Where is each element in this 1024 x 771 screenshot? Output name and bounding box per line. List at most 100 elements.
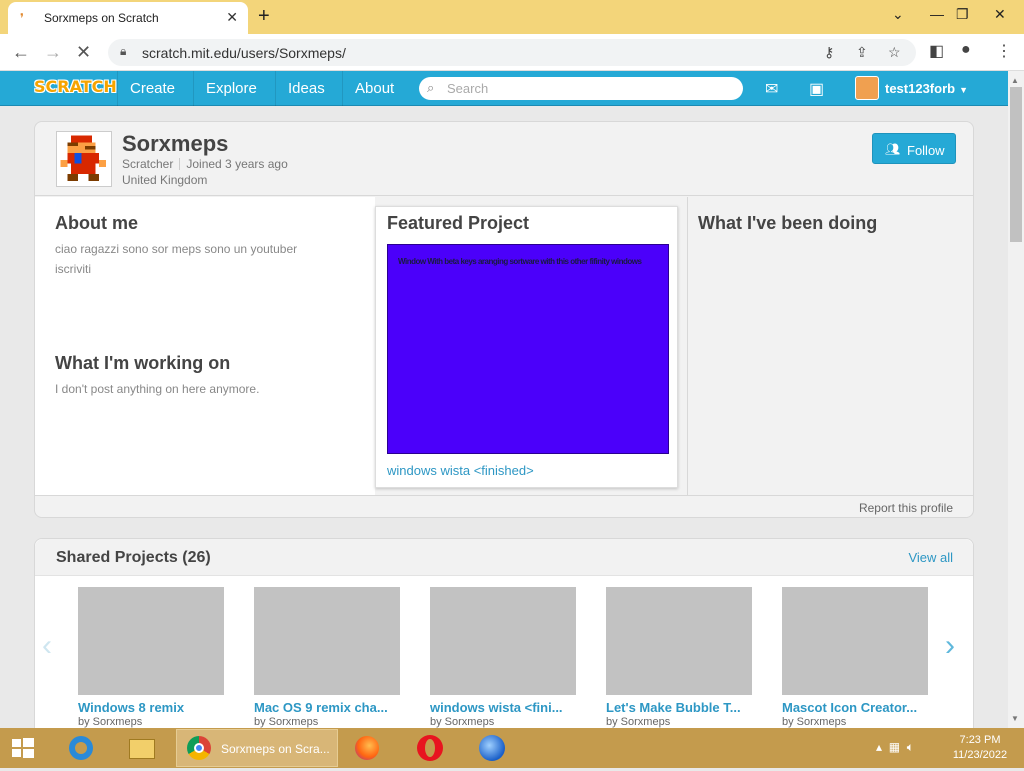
about-me-title: About me bbox=[55, 213, 138, 233]
carousel-next-icon[interactable]: › bbox=[945, 629, 955, 663]
tab-title: Sorxmeps on Scratch bbox=[44, 11, 159, 25]
project-thumbnail[interactable] bbox=[254, 587, 400, 695]
side-panel-icon[interactable]: ◧ bbox=[929, 41, 944, 61]
opera-icon[interactable] bbox=[408, 730, 452, 766]
search-box[interactable]: ⌕ bbox=[419, 77, 743, 100]
profile-picture bbox=[56, 131, 112, 187]
project-title[interactable]: Windows 8 remix bbox=[78, 700, 224, 715]
browser-tab[interactable]: ❜ Sorxmeps on Scratch ✕ bbox=[8, 2, 248, 34]
project-author: by Sorxmeps bbox=[254, 716, 319, 728]
bookmark-star-icon[interactable]: ☆ bbox=[888, 44, 901, 61]
scratch-navbar: SCRATCH Create Explore Ideas About ⌕ ✉ ▣… bbox=[0, 71, 1008, 106]
search-input[interactable] bbox=[447, 80, 727, 97]
project-card[interactable]: Windows 8 remix by Sorxmeps bbox=[78, 587, 224, 728]
project-card[interactable]: Mascot Icon Creator... by Sorxmeps bbox=[782, 587, 928, 728]
project-thumbnail[interactable] bbox=[782, 587, 928, 695]
minimize-icon[interactable]: — bbox=[930, 6, 944, 22]
file-explorer-icon[interactable] bbox=[120, 730, 164, 766]
nav-explore[interactable]: Explore bbox=[193, 71, 269, 106]
working-on-text: I don't post anything on here anymore. bbox=[55, 382, 260, 396]
scrollbar-thumb[interactable] bbox=[1010, 87, 1022, 242]
follow-users-icon: 👥︎ bbox=[885, 142, 901, 156]
browser-tab-bar: ❜ Sorxmeps on Scratch ✕ + ⌄ — ❐ ✕ bbox=[0, 0, 1024, 34]
project-author: by Sorxmeps bbox=[606, 716, 671, 728]
project-card[interactable]: Let's Make Bubble T... by Sorxmeps bbox=[606, 587, 752, 728]
restore-icon[interactable]: ❐ bbox=[956, 6, 969, 23]
project-title[interactable]: windows wista <fini... bbox=[430, 700, 576, 715]
follow-button[interactable]: 👥︎ Follow bbox=[872, 133, 956, 164]
project-card[interactable]: Mac OS 9 remix cha... by Sorxmeps bbox=[254, 587, 400, 728]
new-tab-icon[interactable]: + bbox=[258, 5, 270, 28]
featured-project-thumbnail[interactable]: Window With beta keys aranging sortware … bbox=[387, 244, 669, 454]
thunderbird-icon[interactable] bbox=[470, 730, 514, 766]
stop-loading-icon[interactable]: ✕ bbox=[76, 42, 91, 63]
featured-title: Featured Project bbox=[387, 213, 530, 233]
address-bar[interactable]: 🔒︎ scratch.mit.edu/users/Sorxmeps/ ⚷ ⇪ ☆ bbox=[108, 39, 916, 66]
profile-country: United Kingdom bbox=[122, 173, 208, 187]
profile-right-column: What I've been doing bbox=[687, 197, 973, 495]
profile-icon[interactable]: ● bbox=[961, 41, 971, 59]
divider bbox=[179, 158, 181, 170]
clock-time: 7:23 PM bbox=[959, 734, 1001, 746]
featured-project-link[interactable]: windows wista <finished> bbox=[387, 463, 534, 478]
report-profile-link[interactable]: Report this profile bbox=[859, 501, 953, 515]
scroll-down-icon[interactable]: ▼ bbox=[1011, 714, 1019, 723]
windows-start-icon[interactable] bbox=[2, 730, 46, 766]
project-thumbnail[interactable] bbox=[430, 587, 576, 695]
profile-left-column: About me ciao ragazzi sono sor meps sono… bbox=[35, 197, 375, 495]
system-tray[interactable]: ▴ ▦ 🔈︎ bbox=[876, 740, 914, 755]
carousel-prev-icon[interactable]: ‹ bbox=[42, 629, 52, 663]
chrome-taskbar-label: Sorxmeps on Scra... bbox=[221, 742, 330, 756]
project-title[interactable]: Mascot Icon Creator... bbox=[782, 700, 928, 715]
profile-role: Scratcher bbox=[122, 157, 174, 171]
chrome-taskbar-app[interactable]: Sorxmeps on Scra... bbox=[176, 729, 338, 767]
forward-icon[interactable]: → bbox=[44, 42, 62, 63]
profile-box: Sorxmeps Scratcher Joined 3 years ago Uni… bbox=[34, 121, 974, 518]
project-thumbnail[interactable] bbox=[606, 587, 752, 695]
nav-ideas[interactable]: Ideas bbox=[275, 71, 337, 106]
taskbar-clock[interactable]: 7:23 PM 11/23/2022 bbox=[948, 733, 1012, 763]
share-icon[interactable]: ⇪ bbox=[856, 44, 868, 61]
activity-title: What I've been doing bbox=[698, 213, 878, 233]
profile-joined: Joined 3 years ago bbox=[186, 157, 288, 171]
working-on-title: What I'm working on bbox=[55, 353, 231, 373]
follow-label: Follow bbox=[907, 143, 945, 158]
view-all-link[interactable]: View all bbox=[908, 550, 953, 565]
profile-footer: Report this profile bbox=[35, 495, 973, 517]
account-menu[interactable]: test123forb ▼ bbox=[885, 81, 968, 96]
pixel-mario-icon bbox=[60, 135, 106, 181]
browser-toolbar: ← → ✕ 🔒︎ scratch.mit.edu/users/Sorxmeps/… bbox=[0, 34, 1024, 71]
project-thumbnail[interactable] bbox=[78, 587, 224, 695]
search-icon: ⌕ bbox=[427, 80, 435, 95]
lock-icon[interactable]: 🔒︎ bbox=[120, 44, 126, 59]
project-card[interactable]: windows wista <fini... by Sorxmeps bbox=[430, 587, 576, 728]
clock-date: 11/23/2022 bbox=[952, 749, 1008, 761]
back-icon[interactable]: ← bbox=[12, 42, 30, 63]
profile-username: Sorxmeps bbox=[122, 131, 229, 156]
featured-project: Featured Project Window With beta keys a… bbox=[375, 206, 678, 488]
scroll-up-icon[interactable]: ▲ bbox=[1011, 76, 1019, 85]
internet-explorer-icon[interactable] bbox=[60, 730, 104, 766]
project-title[interactable]: Let's Make Bubble T... bbox=[606, 700, 752, 715]
menu-icon[interactable]: ⋮ bbox=[996, 41, 1012, 61]
scratch-favicon-icon: ❜ bbox=[20, 11, 24, 25]
key-icon[interactable]: ⚷ bbox=[824, 44, 834, 61]
my-stuff-icon[interactable]: ▣ bbox=[809, 79, 824, 99]
profile-header: Sorxmeps Scratcher Joined 3 years ago Uni… bbox=[35, 122, 973, 196]
account-username: test123forb bbox=[885, 81, 956, 96]
scratch-logo[interactable]: SCRATCH bbox=[34, 77, 117, 96]
nav-about[interactable]: About bbox=[342, 71, 406, 106]
shared-projects-header: Shared Projects (26) View all bbox=[35, 539, 973, 576]
project-title[interactable]: Mac OS 9 remix cha... bbox=[254, 700, 400, 715]
firefox-icon[interactable] bbox=[346, 730, 390, 766]
close-tab-icon[interactable]: ✕ bbox=[226, 9, 238, 26]
messages-icon[interactable]: ✉ bbox=[765, 79, 778, 99]
windows-taskbar: Sorxmeps on Scra... ▴ ▦ 🔈︎ 7:23 PM 11/23… bbox=[0, 728, 1024, 768]
project-author: by Sorxmeps bbox=[430, 716, 495, 728]
avatar[interactable] bbox=[855, 76, 879, 100]
nav-create[interactable]: Create bbox=[117, 71, 187, 106]
featured-thumb-text: Window With beta keys aranging sortware … bbox=[398, 257, 642, 266]
close-window-icon[interactable]: ✕ bbox=[994, 6, 1006, 23]
profile-meta: Scratcher Joined 3 years ago bbox=[122, 157, 288, 171]
tab-search-icon[interactable]: ⌄ bbox=[892, 6, 904, 23]
